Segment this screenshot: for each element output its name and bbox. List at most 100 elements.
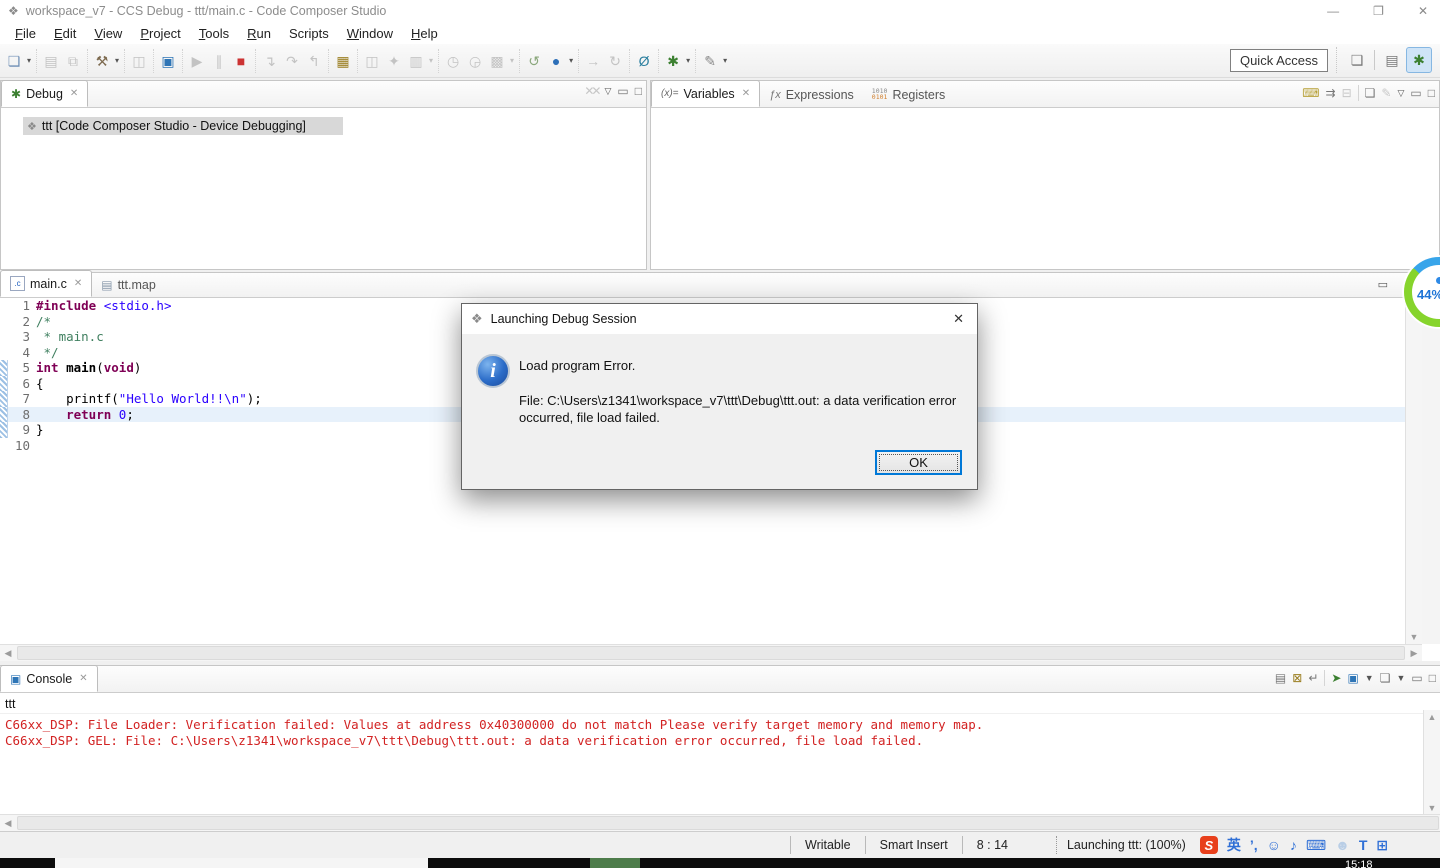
menu-window[interactable]: Window <box>338 24 402 43</box>
scrollbar-thumb[interactable] <box>17 646 1405 660</box>
minimize-window-button[interactable]: — <box>1327 4 1339 18</box>
taskbar-app-segment[interactable] <box>55 858 428 868</box>
debug-bug-icon[interactable]: ✱ <box>662 50 684 72</box>
maximize-view-icon[interactable]: □ <box>635 85 642 97</box>
menu-edit[interactable]: Edit <box>45 24 85 43</box>
maximize-window-button[interactable]: ❐ <box>1373 4 1384 18</box>
pin-console-icon[interactable]: ➤ <box>1331 672 1341 684</box>
skin-person-icon[interactable]: ☻ <box>1335 838 1350 852</box>
pin-wand-icon: ✦ <box>388 52 400 69</box>
minimize-view-icon[interactable]: ▭ <box>1410 87 1421 99</box>
menu-scripts[interactable]: Scripts <box>280 24 338 43</box>
windows-taskbar[interactable]: 15:18 <box>0 858 1440 868</box>
pin-view-icon[interactable]: ❏ <box>1365 87 1376 99</box>
menu-project[interactable]: Project <box>131 24 189 43</box>
close-icon[interactable]: ✕ <box>74 278 82 289</box>
disassembly-view-icon[interactable]: ▣ <box>157 50 179 72</box>
scroll-left-icon[interactable]: ◀ <box>0 818 16 829</box>
launching-debug-session-dialog: ❖ Launching Debug Session ✕ i Load progr… <box>461 303 978 490</box>
minimize-editor-icon[interactable]: ▭ <box>1378 278 1388 291</box>
emoji-panel-icon[interactable]: ☺ <box>1267 838 1281 852</box>
debug-session-item[interactable]: ❖ ttt [Code Composer Studio - Device Deb… <box>23 117 343 135</box>
menu-tools[interactable]: Tools <box>190 24 238 43</box>
display-console-icon[interactable]: ▣ <box>1347 672 1358 684</box>
clear-console-icon[interactable]: ▤ <box>1275 672 1286 684</box>
format-brush-icon[interactable]: ✎ <box>699 50 721 72</box>
memory-browser-icon[interactable]: ▦ <box>332 50 354 72</box>
ccs-edit-perspective-icon[interactable]: ▤ <box>1380 48 1404 72</box>
ccs-cube-icon: ❖ <box>471 311 483 326</box>
tab-ttt-map[interactable]: ▤ ttt.map <box>92 272 165 297</box>
voice-input-icon[interactable]: ♪ <box>1290 838 1297 852</box>
menu-file[interactable]: File <box>6 24 45 43</box>
search-icon[interactable]: Ø <box>633 50 655 72</box>
tab-variables[interactable]: (x)= Variables ✕ <box>651 80 761 107</box>
build-hammer-icon[interactable]: ⚒ <box>91 50 113 72</box>
minimize-view-icon[interactable]: ▭ <box>1411 672 1422 684</box>
ok-button[interactable]: OK <box>875 450 962 475</box>
maximize-view-icon[interactable]: □ <box>1428 87 1435 99</box>
build-hammer-dropdown[interactable]: ▾ <box>113 56 121 65</box>
toolbar-groups: ❏ ▾ ▤ ⧉ ⚒ ▾ ◫ ▣ ▶ ∥ ■ ↴ ↷ ↰ ▦ ◫ ✦ ▥ ▾ ◷ ◶ ▩ ▾ ↺ ● ▾ → ↻ Ø ✱ ▾ ✎ ▾ <box>0 44 732 77</box>
maximize-view-icon[interactable]: □ <box>1429 672 1436 684</box>
terminate-icon[interactable]: ■ <box>230 50 252 72</box>
taskbar-app-segment-green[interactable] <box>590 858 640 868</box>
menu-view[interactable]: View <box>85 24 131 43</box>
open-perspective-icon[interactable]: ❏ <box>1345 48 1369 72</box>
console-error-line: C66xx_DSP: GEL: File: C:\Users\z1341\wor… <box>5 732 924 748</box>
scroll-lock-icon[interactable]: ⊠ <box>1292 672 1302 684</box>
quick-access-button[interactable]: Quick Access <box>1229 48 1328 72</box>
open-console-icon[interactable]: ❏ <box>1380 672 1391 684</box>
sogou-logo-icon[interactable]: S <box>1199 836 1218 854</box>
registers-icon: 1010 0101 <box>871 87 888 101</box>
line-number: 6 <box>22 375 30 391</box>
scroll-right-icon[interactable]: ▶ <box>1406 648 1422 659</box>
editor-vertical-scrollbar[interactable]: ▲ ▼ <box>1405 298 1422 644</box>
tab-main-c[interactable]: .c main.c ✕ <box>0 270 93 297</box>
close-icon[interactable]: ✕ <box>70 88 78 99</box>
save-all-icon: ⧉ <box>68 52 79 69</box>
punctuation-mode-icon[interactable]: ’, <box>1250 838 1258 852</box>
scroll-up-icon[interactable]: ▲ <box>1428 710 1437 724</box>
debug-view-menu-icon[interactable]: ▽ <box>604 86 611 97</box>
close-icon[interactable]: ✕ <box>79 673 87 684</box>
open-console-dropdown[interactable]: ▼ <box>1396 673 1405 683</box>
tab-debug[interactable]: ✱ Debug ✕ <box>1 80 89 107</box>
debug-bug-dropdown[interactable]: ▾ <box>684 56 692 65</box>
restart-icon[interactable]: ↺ <box>523 50 545 72</box>
close-icon[interactable]: ✕ <box>742 88 750 99</box>
toolbox-grid-icon[interactable]: ⊞ <box>1376 838 1388 852</box>
step-over-icon: ↷ <box>286 52 298 69</box>
console-vertical-scrollbar[interactable]: ▲ ▼ <box>1423 710 1440 815</box>
format-brush-dropdown[interactable]: ▾ <box>721 56 729 65</box>
dialog-close-button[interactable]: ✕ <box>953 311 964 327</box>
show-type-names-icon[interactable]: ⌨ <box>1302 87 1319 99</box>
tab-registers[interactable]: 1010 0101 Registers <box>863 82 954 107</box>
language-mode-icon[interactable]: 英 <box>1227 838 1241 852</box>
new-wizard-dropdown[interactable]: ▾ <box>25 56 33 65</box>
scroll-left-icon[interactable]: ◀ <box>0 648 16 659</box>
ccs-debug-perspective-icon[interactable]: ✱ <box>1406 47 1432 73</box>
scrollbar-thumb[interactable] <box>17 816 1439 830</box>
new-wizard-icon[interactable]: ❏ <box>3 50 25 72</box>
word-wrap-icon[interactable]: ↵ <box>1308 672 1318 684</box>
menu-run[interactable]: Run <box>238 24 280 43</box>
launch-world-dropdown[interactable]: ▾ <box>567 56 575 65</box>
close-window-button[interactable]: ✕ <box>1418 4 1428 18</box>
tab-expressions[interactable]: ƒx Expressions <box>760 82 863 107</box>
scroll-down-icon[interactable]: ▼ <box>1410 630 1419 644</box>
console-horizontal-scrollbar[interactable]: ◀ <box>0 814 1440 831</box>
ccs-cube-icon: ❖ <box>27 120 37 133</box>
menu-help[interactable]: Help <box>402 24 447 43</box>
editor-horizontal-scrollbar[interactable]: ◀ ▶ <box>0 644 1422 661</box>
soft-keyboard-icon[interactable]: ⌨ <box>1306 838 1326 852</box>
skin-shirt-icon[interactable]: T <box>1359 838 1368 852</box>
variables-view-menu-icon[interactable]: ▽ <box>1397 88 1404 99</box>
console-output[interactable]: C66xx_DSP: File Loader: Verification fai… <box>0 714 1440 767</box>
display-console-dropdown[interactable]: ▼ <box>1365 673 1374 683</box>
tab-console[interactable]: ▣ Console ✕ <box>0 665 98 692</box>
launch-world-icon[interactable]: ● <box>545 50 567 72</box>
minimize-view-icon[interactable]: ▭ <box>617 85 628 97</box>
add-global-variables-icon[interactable]: ⇉ <box>1326 87 1336 99</box>
scroll-down-icon[interactable]: ▼ <box>1428 801 1437 815</box>
